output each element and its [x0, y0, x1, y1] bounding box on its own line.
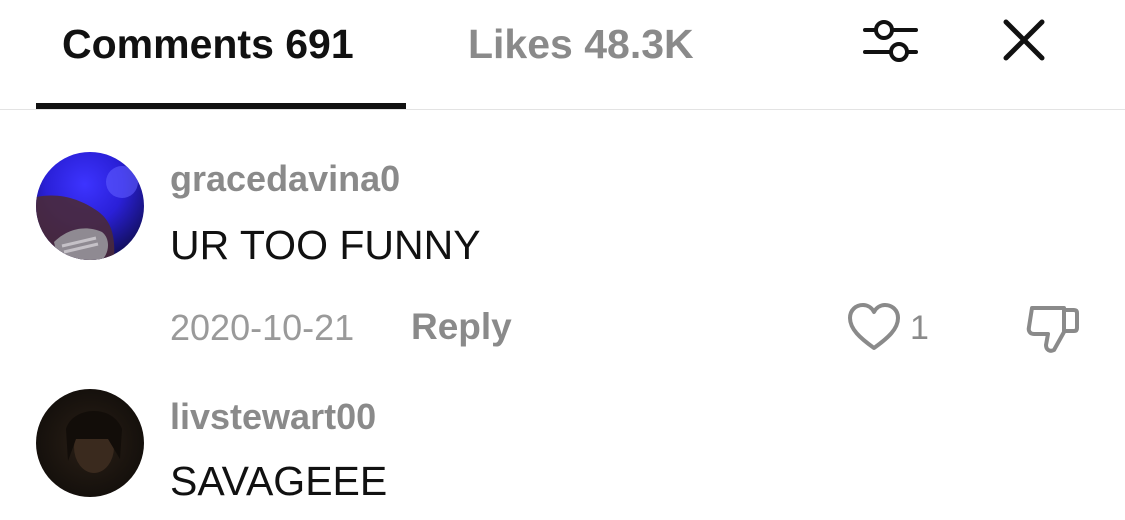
comment-date: 2020-10-21	[170, 307, 355, 348]
thumbs-down-icon	[1026, 306, 1079, 353]
comment-username[interactable]: gracedavina0	[170, 158, 400, 200]
filter-button[interactable]	[860, 14, 922, 66]
avatar-image	[36, 389, 144, 497]
comment-text: UR TOO FUNNY	[170, 222, 481, 268]
close-button[interactable]	[998, 14, 1050, 66]
like-count: 1	[910, 309, 929, 347]
comments-header: Comments 691 Likes 48.3K	[0, 0, 1125, 110]
close-icon	[1003, 19, 1045, 61]
sliders-icon	[863, 20, 918, 62]
comments-sheet: Comments 691 Likes 48.3K gracedavina0 UR…	[0, 0, 1125, 520]
avatar[interactable]	[36, 152, 144, 260]
reply-button[interactable]: Reply	[411, 306, 512, 348]
tab-likes[interactable]: Likes 48.3K	[468, 20, 694, 68]
like-button[interactable]	[846, 302, 902, 352]
comment-username[interactable]: livstewart00	[170, 396, 376, 438]
active-tab-indicator	[36, 103, 406, 109]
comment-item: gracedavina0 UR TOO FUNNY 2020-10-21 Rep…	[0, 150, 1125, 370]
avatar-image	[36, 152, 144, 260]
comment-text: SAVAGEEE	[170, 458, 388, 504]
tab-comments[interactable]: Comments 691	[62, 20, 354, 68]
comment-item: livstewart00 SAVAGEEE	[0, 388, 1125, 520]
heart-icon	[848, 303, 900, 350]
dislike-button[interactable]	[1024, 300, 1082, 358]
avatar[interactable]	[36, 389, 144, 497]
